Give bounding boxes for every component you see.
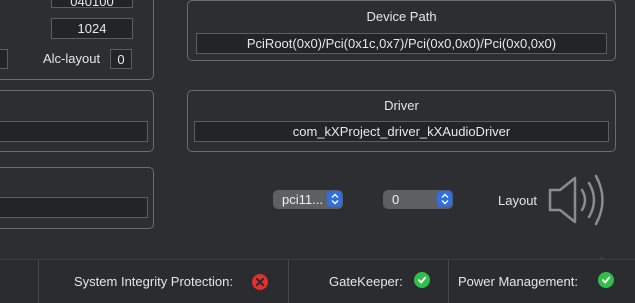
sip-label: System Integrity Protection:	[74, 274, 233, 289]
left-panel-2-field[interactable]	[0, 121, 148, 142]
gatekeeper-label: GateKeeper:	[329, 274, 403, 289]
driver-title: Driver	[384, 98, 419, 113]
driver-field[interactable]: com_kXProject_driver_kXAudioDriver	[194, 121, 609, 142]
status-divider	[448, 259, 449, 303]
left-panel-3-field[interactable]	[0, 197, 148, 218]
left-cut-field[interactable]	[0, 49, 8, 69]
driver-panel: Driver com_kXProject_driver_kXAudioDrive…	[187, 90, 616, 152]
alc-layout-field[interactable]: 0	[110, 49, 132, 69]
device-path-panel: Device Path PciRoot(0x0)/Pci(0x1c,0x7)/P…	[187, 0, 616, 61]
check-icon	[414, 272, 430, 288]
device-path-field[interactable]: PciRoot(0x0)/Pci(0x1c,0x7)/Pci(0x0,0x0)/…	[196, 33, 607, 54]
status-divider	[288, 259, 289, 303]
value-field[interactable]: 1024	[51, 18, 133, 39]
alc-layout-label: Alc-layout	[43, 51, 101, 66]
layout-id-popup[interactable]: 0	[383, 190, 453, 209]
popup-chevron-icon	[437, 191, 452, 207]
status-divider	[38, 259, 39, 303]
power-management-label: Power Management:	[458, 274, 578, 289]
pci-device-popup[interactable]: pci11...	[273, 190, 343, 209]
layout-label: Layout	[498, 193, 538, 208]
top-value-field[interactable]: 040100	[51, 0, 133, 8]
speaker-volume-icon[interactable]	[546, 170, 610, 230]
check-icon	[598, 272, 614, 288]
error-x-icon	[252, 274, 268, 290]
device-path-title: Device Path	[366, 9, 437, 24]
popup-chevron-icon	[327, 191, 342, 207]
